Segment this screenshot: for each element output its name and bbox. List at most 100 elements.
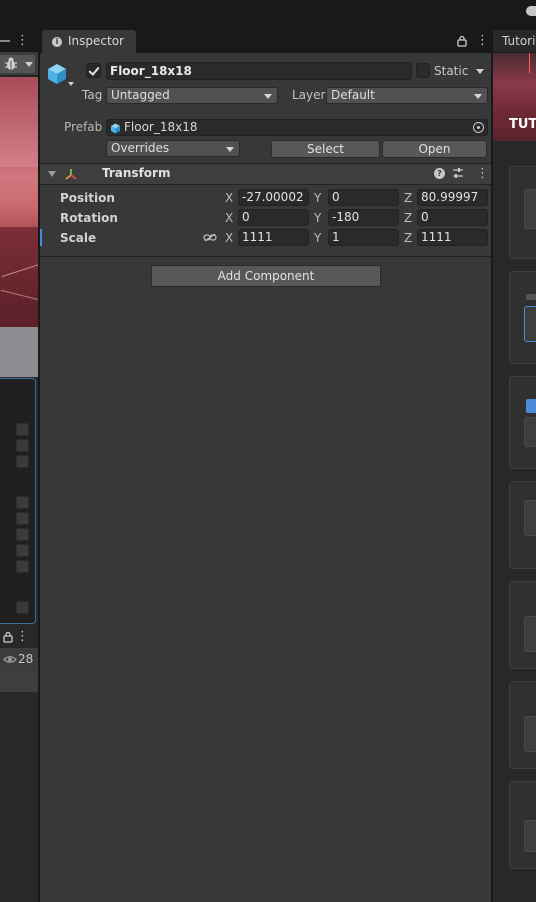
tutorial-card[interactable] [509,166,536,259]
scene-ground [0,227,38,327]
hierarchy-row[interactable] [0,672,38,692]
tag-dropdown[interactable]: Untagged [106,87,278,104]
overlay-toggle[interactable] [16,455,29,468]
inspector-tab-bar: i Inspector ⋮ [40,30,491,53]
overlay-toggle[interactable] [16,512,29,525]
chevron-down-icon [226,147,234,152]
axis-y-label[interactable]: Y [314,191,321,205]
overlay-toggle[interactable] [16,528,29,541]
divider [40,184,491,185]
scene-panel: ⋮ ⋮ 28 [0,30,38,902]
transform-title: Transform [102,166,171,180]
layer-dropdown[interactable]: Default [326,87,488,104]
tutorial-card-thumb [524,616,536,652]
overlay-toggle[interactable] [16,496,29,509]
object-name-field[interactable]: Floor_18x18 [106,62,412,80]
position-x-field[interactable]: -27.00002 [238,189,309,206]
prefab-cube-icon [111,123,120,134]
tutorial-card-bar [526,294,536,300]
prefab-label: Prefab [64,120,103,134]
help-icon[interactable]: ? [434,168,445,179]
axis-x-label[interactable]: X [225,211,233,225]
rotation-z-field[interactable]: 0 [417,209,488,226]
prefab-cube-icon[interactable] [46,63,68,85]
rotation-label: Rotation [60,211,118,225]
tab-inspector-label: Inspector [68,34,124,48]
tutorial-card[interactable] [509,781,536,869]
panel-divider [0,624,38,625]
scene-kebab-menu-icon[interactable]: ⋮ [16,33,29,48]
tutorial-card[interactable] [509,376,536,469]
axis-z-label[interactable]: Z [404,231,412,245]
presets-icon[interactable] [452,167,464,179]
lock-icon[interactable] [457,35,467,47]
inspector-panel: i Inspector ⋮ Floor_18x18 Static Tag Unt… [38,30,493,902]
overlay-toggle[interactable] [16,423,29,436]
scale-y-field[interactable]: 1 [328,229,399,246]
overrides-label: Overrides [111,141,170,155]
layer-value: Default [331,88,375,102]
tutorial-card-progress [526,399,536,413]
tutorial-card-thumb [524,500,536,536]
position-z-field[interactable]: 80.99997 [417,189,488,206]
object-picker-icon[interactable] [473,122,484,133]
tutorial-card[interactable] [509,481,536,569]
position-label: Position [60,191,115,205]
axis-z-label[interactable]: Z [404,211,412,225]
debug-toggle-button[interactable] [0,55,22,73]
open-button[interactable]: Open [382,140,487,158]
tutorial-card-thumb [524,417,536,447]
overlay-toggle[interactable] [16,439,29,452]
axis-y-label[interactable]: Y [314,211,321,225]
add-component-button[interactable]: Add Component [151,265,381,287]
tab-inspector[interactable]: i Inspector [42,30,136,53]
inspector-kebab-menu-icon[interactable]: ⋮ [476,33,489,48]
tutorial-card-thumb [524,306,536,342]
tutorials-banner-title: TUTORIALS [509,117,536,132]
tag-value: Untagged [111,88,170,102]
static-dropdown-icon[interactable] [476,69,484,74]
tab-tutorials-label: Tutorials [502,34,536,48]
prefab-object-field[interactable]: Floor_18x18 [106,119,488,136]
tutorial-card[interactable] [509,681,536,769]
tab-edge [0,40,10,42]
overlay-toggle[interactable] [16,601,29,614]
active-checkbox[interactable] [86,63,101,78]
chevron-down-icon [264,94,272,99]
overlay-toggle[interactable] [16,544,29,557]
component-kebab-menu-icon[interactable]: ⋮ [476,166,489,181]
debug-dropdown-button[interactable] [22,55,35,73]
overlay-toggle[interactable] [16,560,29,573]
tutorial-card-thumb [524,820,536,852]
select-button[interactable]: Select [271,140,380,158]
hierarchy-toolbar: 28 [0,648,38,672]
lock-icon[interactable] [3,631,13,643]
prefab-value: Floor_18x18 [124,120,198,134]
rotation-x-field[interactable]: 0 [238,209,309,226]
static-label: Static [434,64,469,78]
axis-y-label[interactable]: Y [314,231,321,245]
axis-z-label[interactable]: Z [404,191,412,205]
scale-x-field[interactable]: 1111 [238,229,309,246]
tutorial-card[interactable] [509,271,536,364]
overrides-dropdown[interactable]: Overrides [106,140,240,157]
tutorial-card[interactable] [509,581,536,669]
chevron-down-icon[interactable] [68,82,74,86]
rotation-y-field[interactable]: -180 [328,209,399,226]
bug-icon [5,57,17,70]
tab-tutorials[interactable]: Tutorials [493,30,536,53]
eye-icon[interactable] [3,655,17,664]
axis-x-label[interactable]: X [225,191,233,205]
axis-x-label[interactable]: X [225,231,233,245]
foldout-arrow-icon[interactable] [48,171,56,177]
scene-toolbar [0,52,38,76]
banner-decoration [529,53,530,73]
scale-z-field[interactable]: 1111 [417,229,488,246]
transform-header[interactable]: Transform ? ⋮ [40,164,491,184]
scene-sky [0,77,38,167]
hierarchy-kebab-menu-icon[interactable]: ⋮ [16,629,29,644]
static-checkbox[interactable] [416,63,430,78]
cloud-icon[interactable] [526,6,536,16]
constrain-proportions-icon[interactable] [203,233,217,242]
position-y-field[interactable]: 0 [328,189,399,206]
